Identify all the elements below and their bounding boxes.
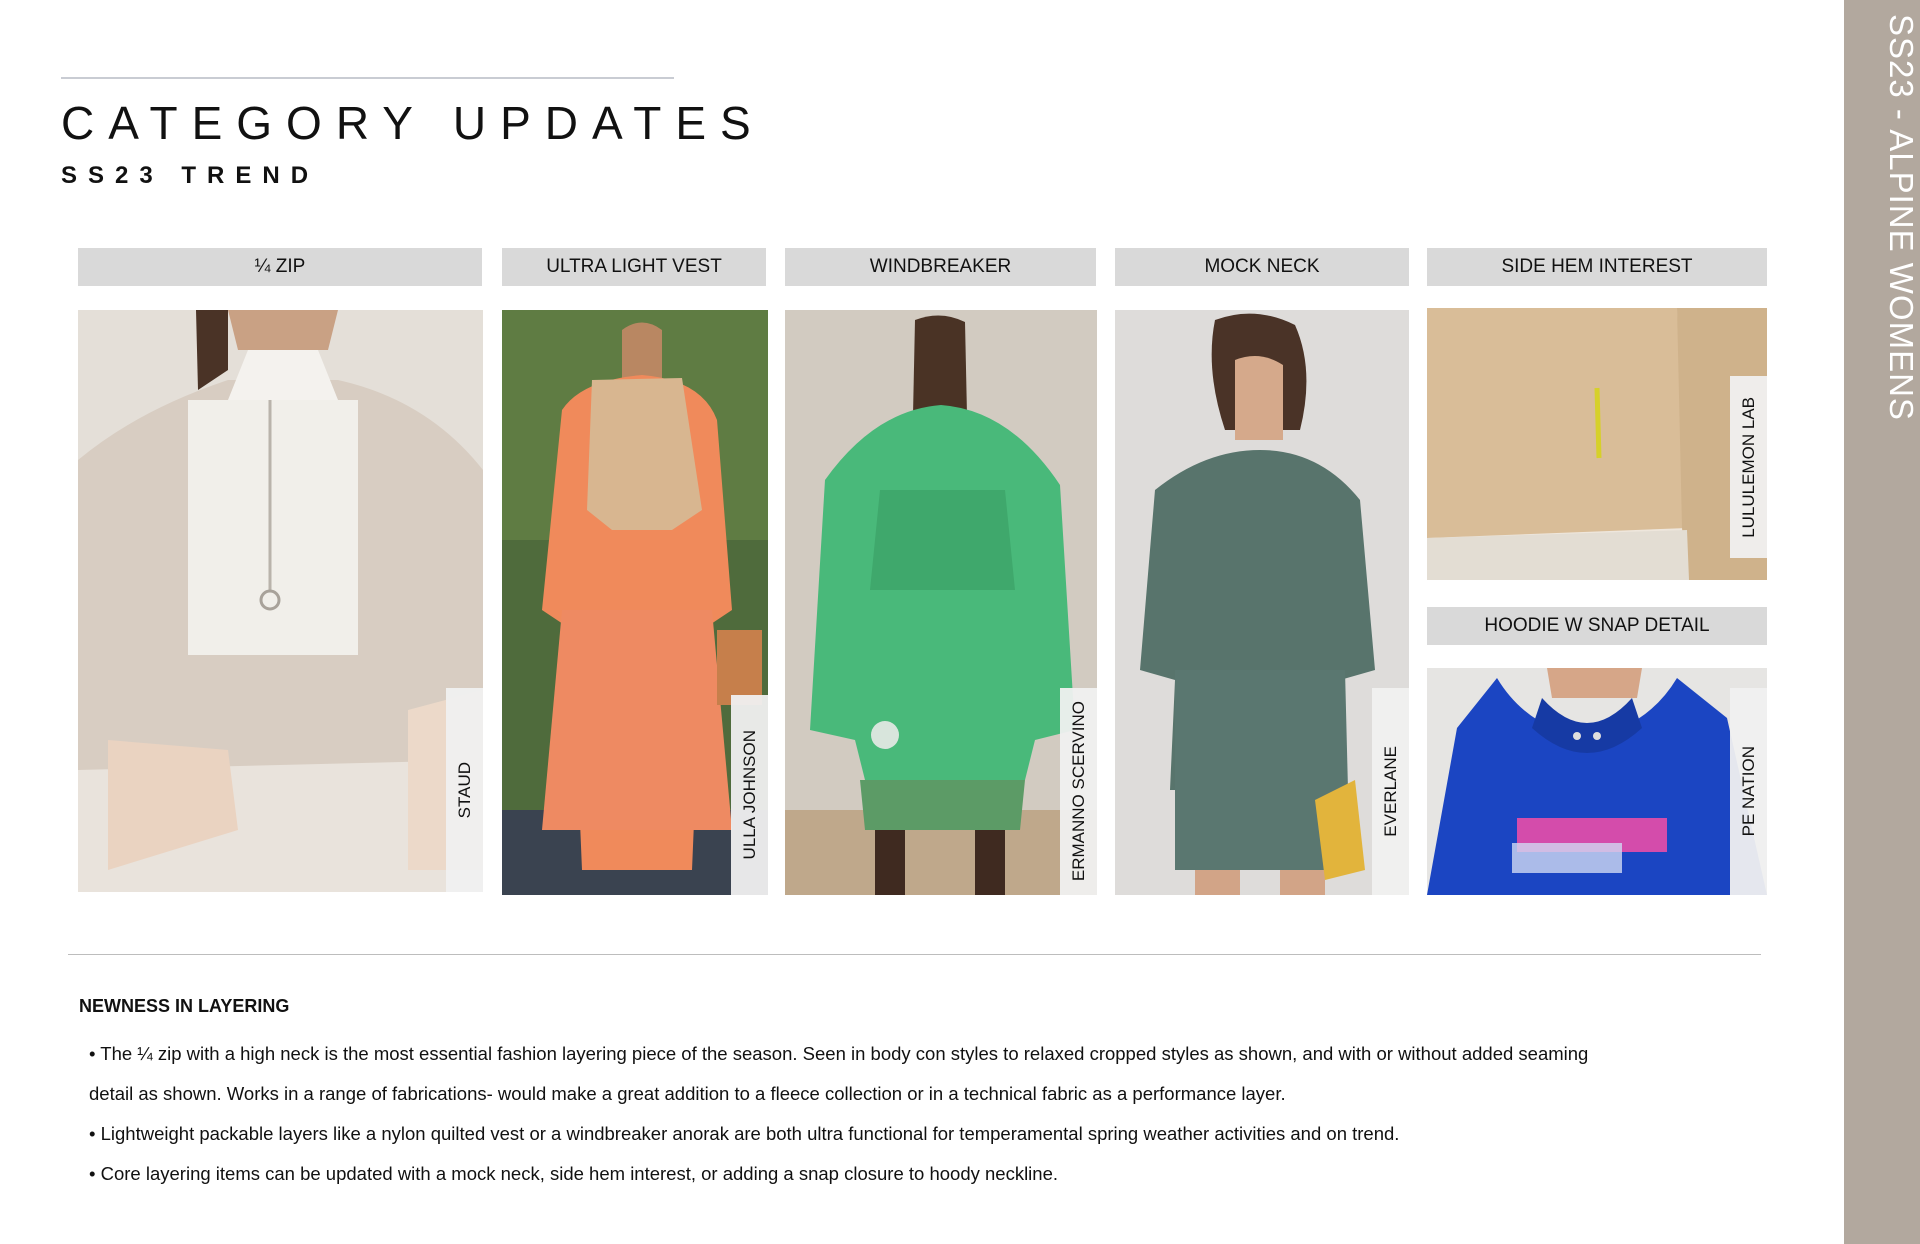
windbreaker-photo: ERMANNO SCERVINO — [785, 310, 1097, 895]
bottom-divider — [68, 954, 1761, 955]
page-subtitle: SS23 TREND — [61, 162, 320, 189]
brand-tag-pe-nation: PE NATION — [1730, 688, 1767, 895]
category-header-quarter-zip: ¼ ZIP — [78, 248, 482, 286]
category-header-hoodie-snap-detail: HOODIE W SNAP DETAIL — [1427, 607, 1767, 645]
ultra-light-vest-photo: ULLA JOHNSON — [502, 310, 768, 895]
bullet-1-line-2: detail as shown. Works in a range of fab… — [89, 1083, 1286, 1104]
category-header-side-hem-interest: SIDE HEM INTEREST — [1427, 248, 1767, 286]
page-title: CATEGORY UPDATES — [61, 97, 765, 149]
brand-tag-lululemon-lab: LULULEMON LAB — [1730, 376, 1767, 558]
side-hem-interest-photo: LULULEMON LAB — [1427, 308, 1767, 580]
brand-name: STAUD — [454, 761, 474, 819]
brand-tag-staud: STAUD — [446, 688, 483, 892]
side-title: SS23 - ALPINE WOMENS — [1883, 14, 1920, 421]
brand-name: EVERLANE — [1380, 746, 1400, 837]
quarter-zip-photo: STAUD — [78, 310, 483, 892]
mock-neck-photo: EVERLANE — [1115, 310, 1409, 895]
brand-tag-everlane: EVERLANE — [1372, 688, 1409, 895]
bullet-3: • Core layering items can be updated wit… — [89, 1163, 1059, 1184]
brand-name: ERMANNO SCERVINO — [1068, 701, 1088, 882]
brand-name: ULLA JOHNSON — [739, 730, 759, 860]
notes-bullets: • The ¼ zip with a high neck is the most… — [89, 1034, 1739, 1194]
category-header-ultra-light-vest: ULTRA LIGHT VEST — [502, 248, 766, 286]
category-header-mock-neck: MOCK NECK — [1115, 248, 1409, 286]
notes-heading: NEWNESS IN LAYERING — [79, 996, 290, 1016]
category-header-windbreaker: WINDBREAKER — [785, 248, 1096, 286]
hoodie-snap-detail-photo: PE NATION — [1427, 668, 1767, 895]
top-divider — [61, 77, 674, 79]
brand-name: LULULEMON LAB — [1738, 396, 1758, 538]
brand-tag-ulla-johnson: ULLA JOHNSON — [731, 695, 768, 895]
brand-tag-ermanno-scervino: ERMANNO SCERVINO — [1060, 688, 1097, 895]
brand-name: PE NATION — [1738, 746, 1758, 837]
bullet-2: • Lightweight packable layers like a nyl… — [89, 1123, 1400, 1144]
bullet-1-line-1: • The ¼ zip with a high neck is the most… — [89, 1043, 1589, 1064]
